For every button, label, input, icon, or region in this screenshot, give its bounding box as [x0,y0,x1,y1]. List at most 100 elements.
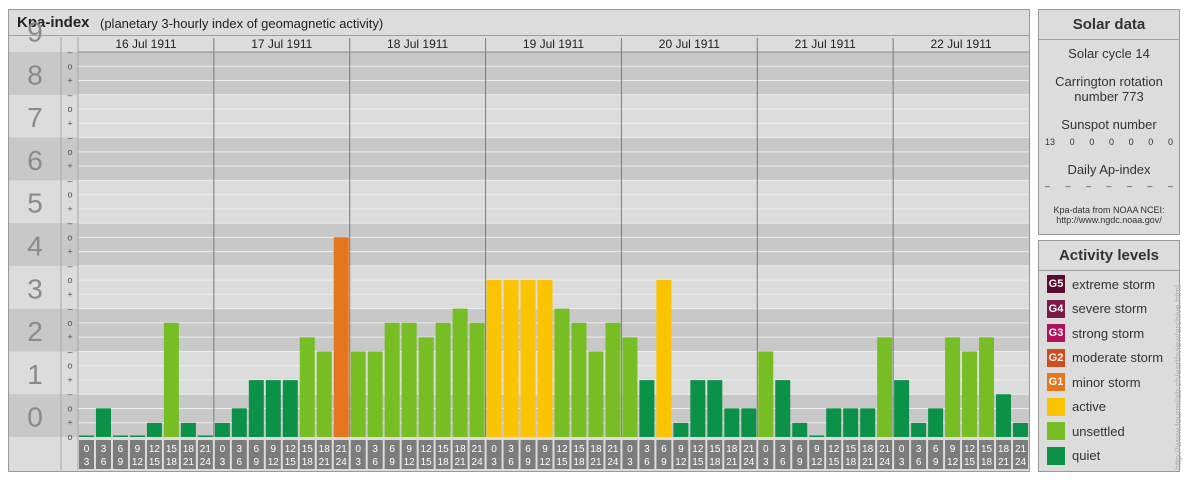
kp-bar [401,322,417,437]
activity-levels-title: Activity levels [1058,247,1160,264]
kp-bar [962,351,978,437]
kp-bar [248,380,264,437]
interval-start-label: 12 [285,444,297,455]
kp-bar [129,435,145,437]
kp-bar [945,337,961,437]
interval-start-label: 21 [472,444,484,455]
legend-swatch: G5 [1047,275,1065,293]
kp-bar [367,351,383,437]
interval-end-label: 3 [84,457,90,468]
kp-bar [1013,422,1028,437]
ap-value: – [1106,181,1112,191]
interval-start-label: 9 [542,444,548,455]
date-label: 20 Jul 1911 [659,37,720,51]
legend-item: quiet [1047,446,1100,466]
minor-tick-label: o [67,275,72,285]
level-band [9,137,1029,181]
interval-end-label: 18 [438,457,450,468]
interval-start-label: 15 [302,444,314,455]
interval-end-label: 18 [302,457,314,468]
interval-end-label: 18 [845,457,857,468]
level-band [9,223,1029,266]
y-tick-label: 5 [27,188,43,219]
kp-bar [809,435,825,437]
level-band [9,180,1029,224]
minor-tick-label: – [67,261,72,271]
minor-tick-label: o [67,361,72,371]
solar-data-title: Solar data [1072,16,1146,33]
kp-bar [894,380,910,437]
legend-label: active [1072,399,1106,414]
kp-bar [95,408,111,437]
minor-tick-label: + [67,375,72,385]
interval-start-label: 15 [845,444,857,455]
minor-tick-label: – [67,133,72,143]
minor-tick-label: – [67,90,72,100]
ap-value: – [1085,181,1091,191]
interval-end-label: 3 [220,457,226,468]
interval-start-label: 6 [525,444,531,455]
kp-bar [486,280,502,437]
minor-tick-label: – [67,389,72,399]
interval-start-label: 21 [1015,444,1027,455]
interval-start-label: 18 [183,444,195,455]
y-tick-label: 1 [27,359,43,390]
interval-start-label: 9 [406,444,412,455]
interval-start-label: 12 [421,444,433,455]
sunspot-value: 0 [1167,137,1173,147]
interval-end-label: 24 [879,457,891,468]
kp-bar [554,308,570,437]
interval-end-label: 15 [421,457,433,468]
level-band [9,351,1029,395]
interval-start-label: 21 [607,444,619,455]
interval-start-label: 9 [814,444,820,455]
carrington-line1: Carrington rotation [1055,74,1163,89]
kp-bar [299,337,315,437]
y-tick-label: 9 [27,17,43,48]
interval-start-label: 3 [644,444,650,455]
legend-item: G3 strong storm [1047,323,1144,343]
sunspot-value: 0 [1108,137,1114,147]
date-label: 17 Jul 1911 [251,37,312,51]
interval-end-label: 18 [573,457,585,468]
y-tick-label: 4 [27,231,43,262]
date-label: 21 Jul 1911 [795,37,856,51]
minor-tick-label: – [67,304,72,314]
interval-end-label: 24 [336,457,348,468]
kp-bar [639,380,655,437]
interval-start-label: 18 [590,444,602,455]
legend-label: unsettled [1072,423,1125,439]
interval-end-label: 9 [797,457,803,468]
level-band [9,265,1029,309]
kpa-chart: 0123456789+o–+o–+o–+o–+o–+o–+o–+o–+o–o16… [9,17,1029,470]
interval-start-label: 0 [763,444,769,455]
interval-start-label: 12 [692,444,704,455]
ap-value: – [1065,181,1071,191]
interval-end-label: 15 [149,457,161,468]
interval-start-label: 3 [237,444,243,455]
interval-end-label: 18 [166,457,178,468]
legend-item: G1 minor storm [1047,372,1141,392]
interval-start-label: 9 [135,444,141,455]
interval-start-label: 6 [254,444,260,455]
interval-end-label: 21 [590,457,602,468]
kp-bar [860,408,876,437]
legend-swatch: G2 [1047,348,1065,367]
kp-bar [656,280,672,437]
interval-end-label: 12 [947,457,959,468]
interval-start-label: 18 [998,444,1010,455]
legend-swatch: G1 [1047,373,1065,391]
date-label: 16 Jul 1911 [115,37,176,51]
y-tick-label: 3 [27,273,43,304]
ap-value: – [1167,181,1173,191]
interval-end-label: 24 [607,457,619,468]
minor-tick-label: o [67,61,72,71]
kp-bar [996,394,1012,437]
sunspot-title: Sunspot number [1061,117,1157,132]
interval-start-label: 12 [556,444,568,455]
interval-end-label: 21 [998,457,1010,468]
kp-bar [520,280,536,437]
interval-start-label: 0 [627,444,633,455]
kp-bar [622,337,638,437]
interval-end-label: 12 [811,457,823,468]
